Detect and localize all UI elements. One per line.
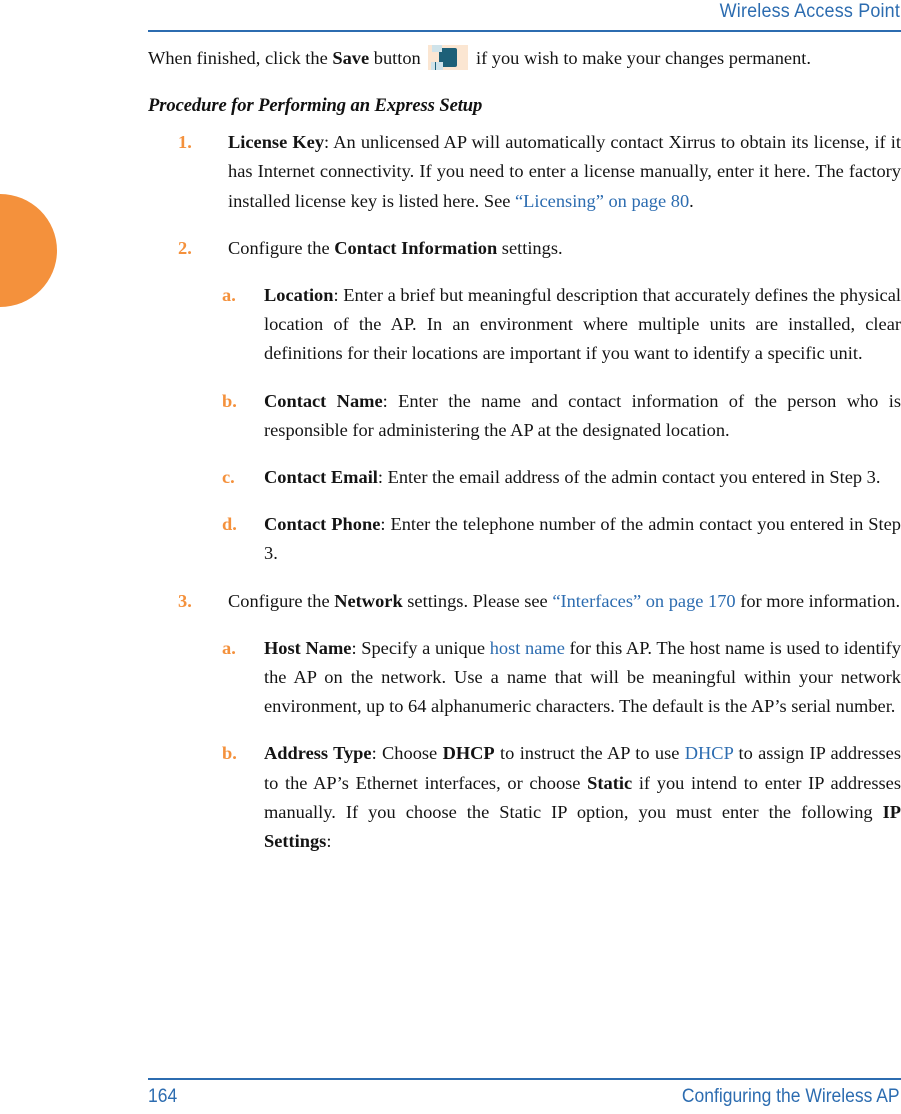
document-page: Wireless Access Point When finished, cli… — [0, 0, 901, 1114]
step-2a-bold-lead: Location — [264, 285, 334, 306]
step-3b-bold-lead: Address Type — [264, 743, 372, 764]
step-2c-bold-lead: Contact Email — [264, 467, 378, 488]
section-subheading: Procedure for Performing an Express Setu… — [148, 95, 483, 117]
link-licensing-page-80[interactable]: “Licensing” on page 80 — [515, 191, 689, 211]
list-item-step-1: 1. License Key: An unlicensed AP will au… — [148, 128, 901, 216]
list-item-step-3: 3. Configure the Network settings. Pleas… — [148, 587, 901, 616]
list-item-body: Address Type: Choose DHCP to instruct th… — [264, 739, 901, 856]
list-item-body: Host Name: Specify a unique host name fo… — [264, 634, 901, 722]
step-1-bold-lead: License Key — [228, 132, 325, 153]
list-marker: 1. — [178, 132, 192, 153]
running-footer: 164 Configuring the Wireless AP — [148, 1086, 901, 1114]
chapter-thumb-tab — [0, 194, 57, 307]
step-2-text-pre: Configure the — [228, 237, 335, 258]
step-3-text-a: settings. Please see — [402, 590, 553, 611]
footer-rule — [148, 1078, 901, 1080]
list-marker: a. — [222, 637, 236, 658]
list-item-step-2c: c. Contact Email: Enter the email addres… — [148, 463, 901, 492]
step-1-text-b: . — [689, 190, 694, 211]
step-3-text-b: for more information. — [735, 590, 901, 611]
list-marker: 3. — [178, 590, 192, 611]
list-marker: c. — [222, 467, 235, 488]
list-item-body: Configure the Contact Information settin… — [228, 234, 901, 263]
list-item-body: Contact Phone: Enter the telephone numbe… — [264, 510, 901, 568]
list-item-step-3a: a. Host Name: Specify a unique host name… — [148, 634, 901, 722]
list-item-body: License Key: An unlicensed AP will autom… — [228, 128, 901, 216]
intro-paragraph: When finished, click the Save button if … — [148, 44, 901, 73]
step-2-text-a: settings. — [497, 237, 563, 258]
list-marker: b. — [222, 743, 237, 764]
intro-save-bold: Save — [332, 48, 370, 68]
list-item-step-2: 2. Configure the Contact Information set… — [148, 234, 901, 263]
link-interfaces-page-170[interactable]: “Interfaces” on page 170 — [552, 591, 735, 611]
list-item-body: Contact Email: Enter the email address o… — [264, 463, 901, 492]
intro-text-part3: if you wish to make your changes permane… — [471, 48, 811, 68]
footer-chapter-title: Configuring the Wireless AP — [682, 1086, 900, 1107]
intro-text-part1: When finished, click the — [148, 48, 333, 68]
intro-text-part2: button — [369, 48, 426, 68]
running-header: Wireless Access Point — [148, 0, 901, 38]
step-2d-bold-lead: Contact Phone — [264, 514, 381, 535]
header-rule — [148, 30, 901, 32]
step-3-bold-lead: Network — [334, 590, 403, 611]
step-2c-text: : Enter the email address of the admin c… — [377, 467, 881, 488]
list-item-step-2d: d. Contact Phone: Enter the telephone nu… — [148, 510, 901, 568]
list-marker: 2. — [178, 237, 192, 258]
list-item-body: Configure the Network settings. Please s… — [228, 587, 901, 616]
link-host-name[interactable]: host name — [490, 638, 565, 658]
header-title: Wireless Access Point — [719, 0, 900, 22]
footer-page-number: 164 — [148, 1086, 178, 1107]
list-item-body: Location: Enter a brief but meaningful d… — [264, 281, 901, 369]
list-marker: d. — [222, 514, 237, 535]
list-item-step-2b: b. Contact Name: Enter the name and cont… — [148, 387, 901, 445]
list-item-body: Contact Name: Enter the name and contact… — [264, 387, 901, 445]
list-item-step-2a: a. Location: Enter a brief but meaningfu… — [148, 281, 901, 369]
list-marker: b. — [222, 390, 237, 411]
step-3b-text-a: : Choose — [371, 743, 443, 764]
step-3b-text-b: to instruct the AP to use — [494, 743, 685, 764]
step-2b-bold-lead: Contact Name — [264, 390, 383, 411]
save-icon-label-split — [435, 62, 437, 70]
save-icon — [428, 45, 469, 70]
step-3b-bold-static: Static — [587, 772, 633, 793]
step-3a-bold-lead: Host Name — [264, 637, 352, 658]
page-content: When finished, click the Save button if … — [148, 44, 901, 874]
step-3-text-pre: Configure the — [228, 590, 335, 611]
link-dhcp[interactable]: DHCP — [685, 743, 733, 763]
save-icon-label — [431, 62, 444, 70]
step-3b-text-e: : — [326, 831, 332, 852]
step-2a-text: : Enter a brief but meaningful descripti… — [264, 285, 901, 364]
save-icon-shutter — [432, 45, 443, 52]
step-3a-text-a: : Specify a unique — [351, 637, 490, 658]
step-2-bold-lead: Contact Information — [334, 237, 498, 258]
step-3b-bold-dhcp: DHCP — [442, 743, 495, 764]
list-marker: a. — [222, 285, 236, 306]
list-item-step-3b: b. Address Type: Choose DHCP to instruct… — [148, 739, 901, 856]
